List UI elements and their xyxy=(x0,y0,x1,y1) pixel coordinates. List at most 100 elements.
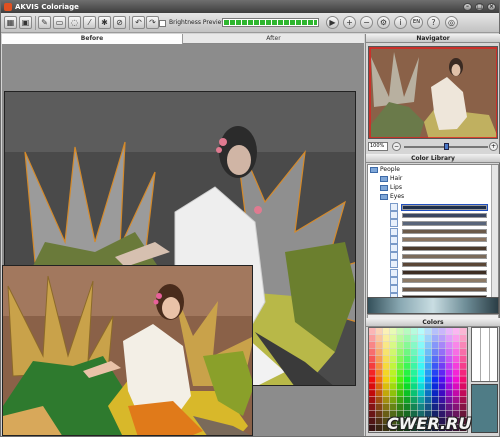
palette-cell[interactable] xyxy=(460,403,467,411)
palette-cell[interactable] xyxy=(432,362,439,369)
brightness-preview-checkbox[interactable] xyxy=(159,20,166,27)
palette-cell[interactable] xyxy=(369,369,376,376)
palette-cell[interactable] xyxy=(453,369,460,376)
palette-cell[interactable] xyxy=(411,390,418,397)
palette-cell[interactable] xyxy=(432,397,439,404)
palette-cell[interactable] xyxy=(383,383,390,390)
palette-cell[interactable] xyxy=(418,403,425,411)
palette-cell[interactable] xyxy=(460,355,467,362)
palette-cell[interactable] xyxy=(432,376,439,383)
palette-cell[interactable] xyxy=(383,348,390,356)
color-swatch[interactable] xyxy=(402,278,487,284)
palette-cell[interactable] xyxy=(404,383,411,390)
palette-cell[interactable] xyxy=(418,376,425,383)
help-icon[interactable]: ? xyxy=(427,16,440,29)
palette-cell[interactable] xyxy=(411,362,418,369)
palette-cell[interactable] xyxy=(453,362,460,369)
palette-cell[interactable] xyxy=(369,383,376,390)
color-swatch[interactable] xyxy=(402,270,487,276)
palette-cell[interactable] xyxy=(446,369,453,376)
palette-cell[interactable] xyxy=(383,403,390,411)
palette-cell[interactable] xyxy=(411,403,418,411)
palette-cell[interactable] xyxy=(397,355,404,362)
palette-cell[interactable] xyxy=(383,369,390,376)
zoom-slider-handle[interactable] xyxy=(444,143,449,150)
palette-cell[interactable] xyxy=(390,383,397,390)
palette-cell[interactable] xyxy=(432,348,439,356)
palette-cell[interactable] xyxy=(369,334,376,342)
palette-cell[interactable] xyxy=(404,403,411,411)
palette-cell[interactable] xyxy=(376,334,383,342)
palette-cell[interactable] xyxy=(390,369,397,376)
palette-cell[interactable] xyxy=(376,403,383,411)
color-swatch[interactable] xyxy=(402,237,487,243)
palette-cell[interactable] xyxy=(446,383,453,390)
palette-cell[interactable] xyxy=(369,397,376,404)
palette-cell[interactable] xyxy=(460,390,467,397)
zoom-level-field[interactable]: 100% xyxy=(368,142,388,151)
palette-cell[interactable] xyxy=(376,362,383,369)
redo-icon[interactable]: ↷ xyxy=(146,16,159,29)
palette-cell[interactable] xyxy=(453,341,460,349)
palette-cell[interactable] xyxy=(383,341,390,349)
palette-cell[interactable] xyxy=(418,328,425,335)
palette-cell[interactable] xyxy=(425,369,432,376)
palette-cell[interactable] xyxy=(404,348,411,356)
palette-cell[interactable] xyxy=(432,328,439,335)
palette-cell[interactable] xyxy=(390,403,397,411)
palette-cell[interactable] xyxy=(453,390,460,397)
palette-cell[interactable] xyxy=(439,383,446,390)
palette-cell[interactable] xyxy=(425,390,432,397)
tree-item-eyes[interactable]: Eyes xyxy=(380,193,404,201)
palette-cell[interactable] xyxy=(418,369,425,376)
palette-cell[interactable] xyxy=(411,334,418,342)
palette-cell[interactable] xyxy=(404,390,411,397)
palette-cell[interactable] xyxy=(432,341,439,349)
palette-cell[interactable] xyxy=(404,362,411,369)
info-icon[interactable]: i xyxy=(394,16,407,29)
palette-cell[interactable] xyxy=(425,328,432,335)
palette-cell[interactable] xyxy=(432,369,439,376)
palette-cell[interactable] xyxy=(425,376,432,383)
magic-tool-icon[interactable]: ✱ xyxy=(98,16,111,29)
palette-cell[interactable] xyxy=(369,355,376,362)
palette-cell[interactable] xyxy=(425,334,432,342)
palette-cell[interactable] xyxy=(376,390,383,397)
palette-cell[interactable] xyxy=(369,410,376,418)
palette-cell[interactable] xyxy=(425,403,432,411)
palette-cell[interactable] xyxy=(453,355,460,362)
palette-cell[interactable] xyxy=(460,397,467,404)
palette-cell[interactable] xyxy=(439,328,446,335)
palette-cell[interactable] xyxy=(376,341,383,349)
palette-cell[interactable] xyxy=(446,362,453,369)
palette-cell[interactable] xyxy=(397,390,404,397)
palette-cell[interactable] xyxy=(404,341,411,349)
palette-cell[interactable] xyxy=(460,348,467,356)
brush-tool-icon[interactable]: ⁄ xyxy=(83,16,96,29)
zoom-in-icon[interactable]: + xyxy=(343,16,356,29)
palette-cell[interactable] xyxy=(432,355,439,362)
palette-cell[interactable] xyxy=(446,376,453,383)
palette-cell[interactable] xyxy=(383,334,390,342)
palette-cell[interactable] xyxy=(404,355,411,362)
palette-cell[interactable] xyxy=(439,403,446,411)
save-image-icon[interactable]: ▣ xyxy=(19,16,32,29)
color-swatch[interactable] xyxy=(402,253,487,259)
zoom-out-button[interactable]: − xyxy=(392,142,401,151)
palette-cell[interactable] xyxy=(418,334,425,342)
lasso-tool-icon[interactable]: ◌ xyxy=(68,16,81,29)
palette-cell[interactable] xyxy=(397,403,404,411)
palette-cell[interactable] xyxy=(411,383,418,390)
palette-cell[interactable] xyxy=(397,348,404,356)
palette-cell[interactable] xyxy=(390,341,397,349)
palette-cell[interactable] xyxy=(432,383,439,390)
palette-cell[interactable] xyxy=(453,376,460,383)
palette-cell[interactable] xyxy=(460,362,467,369)
undo-icon[interactable]: ↶ xyxy=(132,16,145,29)
palette-cell[interactable] xyxy=(418,341,425,349)
palette-cell[interactable] xyxy=(411,328,418,335)
palette-cell[interactable] xyxy=(411,397,418,404)
palette-cell[interactable] xyxy=(404,334,411,342)
palette-cell[interactable] xyxy=(390,328,397,335)
palette-cell[interactable] xyxy=(446,328,453,335)
